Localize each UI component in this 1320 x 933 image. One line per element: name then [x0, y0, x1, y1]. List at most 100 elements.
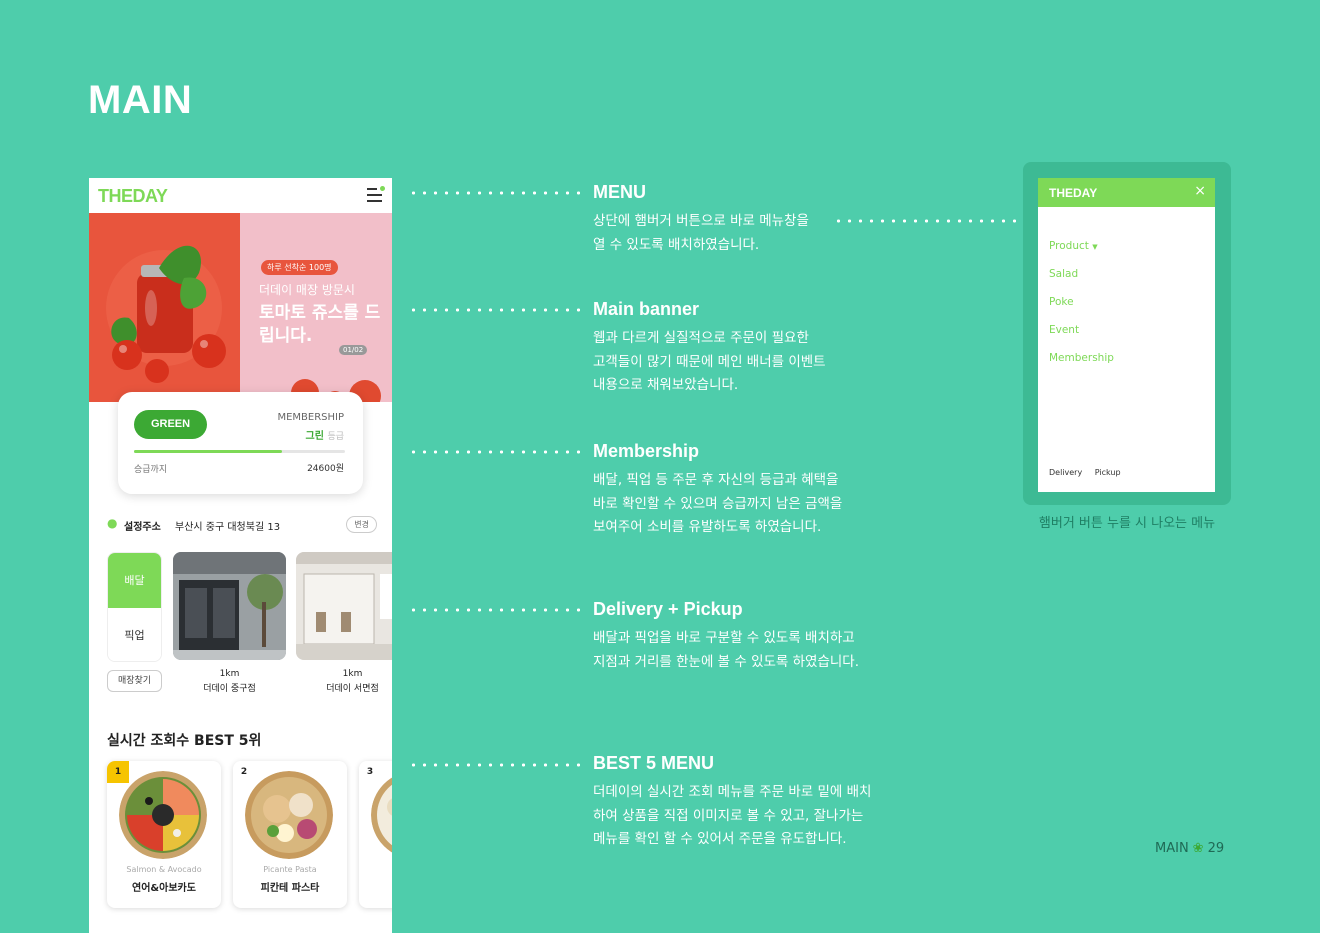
- address-change-button[interactable]: 변경: [346, 516, 377, 533]
- store-card-junggu[interactable]: [173, 552, 286, 660]
- section-line: 상단에 햄버거 버튼으로 바로 메뉴창을: [593, 213, 809, 229]
- menu-footer-delivery[interactable]: Delivery: [1049, 468, 1082, 477]
- section-title-delivery-pickup: Delivery + Pickup: [593, 599, 743, 619]
- best-item-korean-name: 피칸테 파스타: [260, 883, 320, 894]
- section-line: 하여 상품을 직접 이미지로 볼 수 있고, 잘나가는: [593, 807, 864, 824]
- picante-pasta-bowl-image: [245, 771, 333, 859]
- section-line: 웹과 다르게 실질적으로 주문이 필요한: [593, 330, 809, 346]
- membership-remaining-amount: 24600원: [307, 464, 344, 474]
- connector-dots: [408, 450, 582, 454]
- app-header: THEDAY: [89, 178, 392, 213]
- salmon-avocado-bowl-image: [119, 771, 207, 859]
- banner-image-tomato-jar: [89, 213, 240, 402]
- page-footer: MAIN ❀ 29: [1155, 841, 1224, 856]
- store-card-seomyeon[interactable]: [296, 552, 392, 660]
- third-menu-bowl-image: [371, 777, 392, 853]
- best-item-card[interactable]: 2 Picante Pasta 피칸테 파스타: [233, 761, 347, 908]
- menu-preview-frame: THEDAY × Product ▼ Salad Poke Event Memb…: [1023, 162, 1231, 505]
- section-body-best5: 더데이의 실시간 조회 메뉴를 주문 바로 밑에 배치 하여 상품을 직접 이미…: [593, 781, 903, 852]
- address-value: 부산시 중구 대청북길 13: [175, 522, 281, 533]
- best-item-card[interactable]: 1 Salmon & Avocado 연어&아보카도: [107, 761, 221, 908]
- section-line: 배달과 픽업을 바로 구분할 수 있도록 배치하고: [593, 630, 855, 646]
- menu-footer-pickup[interactable]: Pickup: [1095, 468, 1121, 477]
- store-photo: [173, 552, 286, 660]
- address-row: ● 설정주소 부산시 중구 대청북길 13 변경: [107, 516, 377, 534]
- section-body-membership: 배달, 픽업 등 주문 후 자신의 등급과 혜택을 바로 확인할 수 있으며 승…: [593, 469, 903, 540]
- connector-dots: [408, 308, 582, 312]
- membership-progress-fill: [134, 450, 282, 453]
- membership-progress-bar: [134, 450, 345, 453]
- section-line: 보여주어 소비를 유발하도록 하였습니다.: [593, 519, 822, 535]
- best-item-korean-name: 연어&아보카도: [132, 883, 196, 894]
- find-store-button[interactable]: 매장찾기: [107, 670, 162, 692]
- section-title-membership: Membership: [593, 441, 700, 461]
- section-body-delivery-pickup: 배달과 픽업을 바로 구분할 수 있도록 배치하고 지점과 거리를 한눈에 볼 …: [593, 627, 903, 674]
- menu-preview-caption: 햄버거 버튼 누를 시 나오는 메뉴: [1038, 516, 1216, 531]
- connector-dots: [408, 191, 582, 195]
- hamburger-menu-icon[interactable]: [367, 186, 385, 202]
- best-rank-badge: 3: [359, 761, 381, 783]
- leaf-icon: ❀: [1192, 841, 1204, 856]
- section-line: 더데이의 실시간 조회 메뉴를 주문 바로 밑에 배치: [593, 784, 872, 800]
- close-icon[interactable]: ×: [1194, 183, 1206, 199]
- menu-item-salad[interactable]: Salad: [1049, 268, 1078, 280]
- membership-level-button[interactable]: GREEN: [134, 410, 207, 439]
- membership-card[interactable]: GREEN MEMBERSHIP 그린 등급 승급까지 24600원: [118, 392, 363, 494]
- section-line: 바로 확인할 수 있으며 승급까지 남은 금액을: [593, 495, 843, 512]
- banner-headline: 토마토 쥬스를 드립니다.: [259, 303, 381, 346]
- menu-preview-drawer: THEDAY × Product ▼ Salad Poke Event Memb…: [1038, 178, 1215, 492]
- order-type-toggle: 배달 픽업: [107, 552, 162, 662]
- store-name: 더데이 중구점: [203, 684, 256, 694]
- menu-item-poke[interactable]: Poke: [1049, 296, 1074, 308]
- best-rank-badge: 1: [107, 761, 129, 783]
- section-body-menu: 상단에 햄버거 버튼으로 바로 메뉴창을 열 수 있도록 배치하였습니다.: [593, 210, 903, 257]
- best-item-korean-name: 스: [359, 879, 392, 894]
- app-logo[interactable]: THEDAY: [98, 186, 168, 207]
- chevron-down-icon: ▼: [1092, 243, 1098, 251]
- section-line: 배달, 픽업 등 주문 후 자신의 등급과 혜택을: [593, 472, 839, 488]
- membership-label: MEMBERSHIP: [277, 412, 344, 423]
- store-distance: 1km: [342, 669, 363, 679]
- menu-preview-footer: Delivery Pickup: [1049, 468, 1131, 477]
- section-title-main-banner: Main banner: [593, 299, 700, 319]
- footer-page-number: 29: [1207, 841, 1225, 856]
- membership-grade-suffix: 등급: [327, 432, 344, 442]
- location-pin-icon: ●: [107, 516, 118, 530]
- menu-item-label: Product: [1049, 240, 1089, 252]
- section-line: 고객들이 많기 때문에 메인 배너를 이벤트: [593, 353, 826, 370]
- delivery-button[interactable]: 배달: [108, 553, 161, 608]
- address-label: 설정주소: [124, 522, 161, 533]
- section-line: 내용으로 채워보았습니다.: [593, 377, 739, 393]
- membership-grade-name: 그린: [305, 431, 324, 442]
- store-distance: 1km: [219, 669, 240, 679]
- best-rank-badge: 2: [233, 761, 255, 783]
- section-line: 열 수 있도록 배치하였습니다.: [593, 236, 760, 253]
- phone-mockup: THEDAY 하루 선착순 100명 더데이 매장 방문시 토마토 쥬스를 드립…: [89, 178, 392, 933]
- banner-subtitle: 더데이 매장 방문시: [259, 283, 355, 297]
- section-title-best5: BEST 5 MENU: [593, 753, 715, 773]
- membership-until-label: 승급까지: [134, 465, 168, 475]
- connector-dots: [408, 608, 582, 612]
- menu-preview-header: THEDAY ×: [1038, 178, 1215, 207]
- store-name: 더데이 서면점: [326, 684, 379, 694]
- banner-badge: 하루 선착순 100명: [261, 260, 338, 275]
- footer-label: MAIN: [1155, 841, 1189, 856]
- best-item-english-name: Salmon & Avocado: [126, 865, 202, 874]
- section-line: 메뉴를 확인 할 수 있어서 주문을 유도합니다.: [593, 831, 847, 847]
- menu-item-membership[interactable]: Membership: [1049, 352, 1114, 364]
- best-item-card[interactable]: 3 스: [359, 761, 392, 908]
- connector-dots: [408, 763, 582, 767]
- pickup-button[interactable]: 픽업: [108, 608, 161, 661]
- menu-item-event[interactable]: Event: [1049, 324, 1079, 336]
- section-title-menu: MENU: [593, 182, 646, 202]
- banner-pagination: 01/02: [339, 345, 368, 355]
- page-title: MAIN: [88, 78, 193, 122]
- membership-grade: 그린 등급: [306, 427, 344, 442]
- best-section-title: 실시간 조회수 BEST 5위: [107, 733, 262, 749]
- best-item-english-name: Picante Pasta: [263, 865, 317, 874]
- section-line: 지점과 거리를 한눈에 볼 수 있도록 하였습니다.: [593, 653, 860, 670]
- section-body-main-banner: 웹과 다르게 실질적으로 주문이 필요한 고객들이 많기 때문에 메인 배너를 …: [593, 327, 903, 398]
- menu-item-product[interactable]: Product ▼: [1049, 240, 1098, 252]
- store-photo: [296, 552, 392, 660]
- menu-preview-logo[interactable]: THEDAY: [1049, 186, 1097, 200]
